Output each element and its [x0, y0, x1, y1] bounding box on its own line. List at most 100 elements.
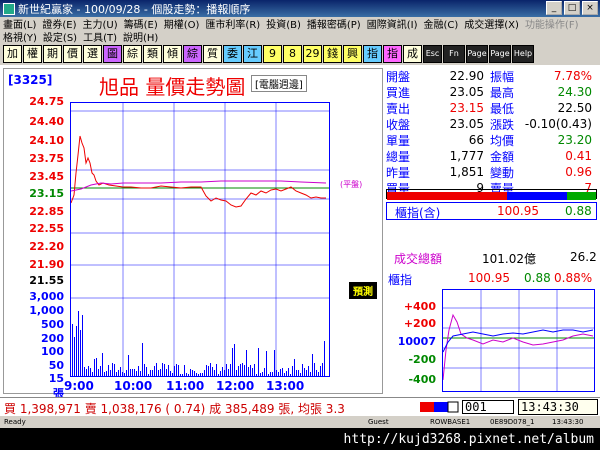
- volume-bar: [112, 363, 113, 376]
- quote-row: 賣出 23.15 最低 22.50: [386, 100, 597, 116]
- volume-bar: [94, 359, 95, 376]
- quote-value: 7.78%: [553, 69, 592, 83]
- chart-area[interactable]: [70, 102, 330, 377]
- toolbar-button[interactable]: 江: [243, 45, 262, 63]
- menu-item[interactable]: 期權(O): [161, 16, 203, 31]
- average-line: [70, 180, 327, 192]
- menu-item[interactable]: 成交選擇(X): [461, 16, 522, 31]
- toolbar-button[interactable]: 權: [23, 45, 42, 63]
- toolbar-button[interactable]: 錢: [323, 45, 342, 63]
- volume-bar: [120, 367, 121, 376]
- price-tick: 24.75: [29, 95, 64, 108]
- toolbar-button[interactable]: Esc: [423, 45, 442, 63]
- maximize-button[interactable]: □: [564, 1, 580, 15]
- url-watermark-bar: http://kujd3268.pixnet.net/album: [0, 428, 600, 450]
- reference-tag: (平盤): [340, 180, 363, 189]
- toolbar-button[interactable]: 9: [263, 45, 282, 63]
- close-button[interactable]: ×: [582, 1, 598, 15]
- volume-bar: [304, 368, 305, 376]
- forecast-badge[interactable]: 預測: [349, 282, 377, 299]
- toolbar-button[interactable]: 指: [363, 45, 382, 63]
- quote-label: 收盤: [386, 117, 411, 132]
- menu-item[interactable]: 設定(S): [40, 29, 80, 44]
- toolbar-button[interactable]: 質: [203, 45, 222, 63]
- quote-value: 23.05: [449, 85, 484, 99]
- toolbar-button[interactable]: Page Up: [466, 45, 488, 74]
- quote-value: 24.30: [557, 85, 592, 99]
- volume-bar: [206, 365, 207, 376]
- volume-bar: [138, 366, 139, 376]
- volume-bar: [260, 373, 261, 376]
- toolbar-button[interactable]: 類: [143, 45, 162, 63]
- clock: 13:43:30: [518, 399, 598, 415]
- price-tick: 21.55: [29, 274, 64, 287]
- volume-bar: [80, 330, 81, 376]
- industry-tag: [電腦週邊]: [251, 75, 307, 92]
- volume-bar: [140, 371, 141, 376]
- turnover-change: 26.2: [570, 250, 597, 264]
- volume-bar: [104, 372, 105, 376]
- toolbar-button[interactable]: 委: [223, 45, 242, 63]
- volume-bar: [214, 370, 215, 376]
- volume-bar: [168, 365, 169, 376]
- mini-axis-tick: -200: [408, 353, 436, 366]
- volume-bar: [274, 350, 275, 376]
- quote-label: 振幅: [490, 69, 515, 84]
- toolbar-button[interactable]: 傾: [163, 45, 182, 63]
- volume-bar: [156, 363, 157, 376]
- toolbar-button[interactable]: 成: [403, 45, 422, 63]
- toolbar-button[interactable]: Page Dn: [489, 45, 511, 74]
- volume-bar: [254, 364, 255, 376]
- menu-item[interactable]: 播報密碼(P): [304, 16, 364, 31]
- menu-item[interactable]: 國際資訊(I): [364, 16, 421, 31]
- toolbar-button[interactable]: 興: [343, 45, 362, 63]
- quote-row: 單量 66 均價 23.20: [386, 132, 597, 148]
- volume-bar: [216, 364, 217, 376]
- menu-item[interactable]: 格視(Y): [0, 29, 40, 44]
- volume-bar: [310, 372, 311, 376]
- menu-item[interactable]: 說明(H): [120, 29, 161, 44]
- toolbar-button[interactable]: 8: [283, 45, 302, 63]
- mini-chart-area[interactable]: [442, 289, 595, 392]
- toolbar-button[interactable]: 期: [43, 45, 62, 63]
- volume-bar: [150, 370, 151, 376]
- menu-item[interactable]: 工具(T): [80, 29, 120, 44]
- toolbar-button[interactable]: Fn: [443, 45, 465, 63]
- price-tick: 21.90: [29, 258, 64, 271]
- volume-tick: 500: [41, 318, 64, 331]
- menu-item[interactable]: 匯市利率(R): [202, 16, 263, 31]
- toolbar-button[interactable]: 加: [3, 45, 22, 63]
- volume-bar: [256, 374, 257, 376]
- volume-bar: [152, 370, 153, 376]
- toolbar-button[interactable]: 29: [303, 45, 322, 63]
- volume-bar: [232, 348, 233, 376]
- price-tick: 24.40: [29, 115, 64, 128]
- menu-item[interactable]: 金融(C): [420, 16, 461, 31]
- toolbar-button[interactable]: Help: [512, 45, 534, 63]
- minimize-button[interactable]: _: [546, 1, 562, 15]
- toolbar-button[interactable]: 價: [63, 45, 82, 63]
- volume-bar: [158, 370, 159, 376]
- toolbar-button[interactable]: 綜: [123, 45, 142, 63]
- volume-bar: [230, 364, 231, 376]
- volume-bar: [278, 372, 279, 376]
- volume-tick: 50: [48, 359, 64, 372]
- volume-bar: [268, 374, 269, 376]
- volume-bar: [184, 365, 185, 376]
- volume-bar: [240, 364, 241, 376]
- menu-item[interactable]: 功能操作(F): [522, 16, 582, 31]
- volume-bar: [114, 364, 115, 376]
- volume-bar: [228, 369, 229, 376]
- page-input[interactable]: 001: [462, 400, 514, 414]
- volume-bar: [188, 374, 189, 376]
- toolbar-button[interactable]: 綜: [183, 45, 202, 63]
- menu-item[interactable]: 投資(B): [263, 16, 304, 31]
- toolbar-button[interactable]: 指: [383, 45, 402, 63]
- volume-bar: [202, 373, 203, 376]
- volume-bar: [124, 373, 125, 376]
- toolbar-button[interactable]: 圖: [103, 45, 122, 63]
- volume-bar: [186, 373, 187, 376]
- main-panel: [3325] 旭品 量價走勢圖 [電腦週邊] 24.75 24.40 24.10 23…: [0, 65, 600, 400]
- toolbar-button[interactable]: 選: [83, 45, 102, 63]
- price-volume-svg: [70, 103, 329, 376]
